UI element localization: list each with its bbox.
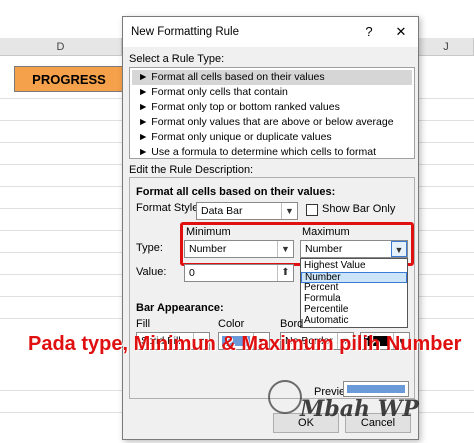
color-label: Color [218,318,245,330]
tutorial-caption: Pada type, Minimun & Maximum pilih Numbe… [28,333,462,355]
watermark-text: Mbah WP [300,396,419,422]
rule-type-list: ► Format all cells based on their values… [129,67,415,159]
minimum-type-value: Number [189,243,227,255]
edit-rule-label: Edit the Rule Description: [129,164,254,176]
dropdown-option[interactable]: Percent [301,282,407,294]
dropdown-option[interactable]: Formula [301,293,407,305]
type-label: Type: [136,242,163,254]
maximum-type-dropdown: Highest Value Number Percent Formula Per… [300,258,408,328]
range-select-icon[interactable]: ⬆ [277,265,293,281]
format-style-select[interactable]: Data Bar ▼ [196,202,298,220]
progress-header-cell[interactable]: PROGRESS [14,66,124,92]
dropdown-option[interactable]: Number [301,272,407,283]
rule-type-item[interactable]: ► Format only values that are above or b… [132,115,412,130]
dropdown-option[interactable]: Highest Value [301,260,407,272]
help-button[interactable]: ? [355,17,383,47]
rule-type-item[interactable]: ► Format all cells based on their values [132,70,412,85]
format-all-label: Format all cells based on their values: [136,186,336,198]
format-style-value: Data Bar [201,205,243,217]
rule-type-item[interactable]: ► Format only cells that contain [132,85,412,100]
new-formatting-rule-dialog: New Formatting Rule ? ✕ Select a Rule Ty… [122,16,419,440]
rule-description-panel: Format all cells based on their values: … [129,177,415,399]
column-header-d[interactable]: D [0,38,122,56]
show-bar-only-label: Show Bar Only [322,203,396,215]
minimum-value: 0 [189,267,195,279]
close-button[interactable]: ✕ [387,17,415,47]
watermark-logo-icon [268,380,302,414]
minimum-type-select[interactable]: Number ▼ [184,240,294,258]
minimum-label: Minimum [186,226,231,238]
select-rule-type-label: Select a Rule Type: [129,53,225,65]
fill-label: Fill [136,318,151,330]
dropdown-option[interactable]: Automatic [301,315,407,327]
rule-type-item[interactable]: ► Format only top or bottom ranked value… [132,100,412,115]
bar-appearance-label: Bar Appearance: [136,302,224,314]
preview-box [343,381,409,397]
maximum-label: Maximum [302,226,350,238]
rule-type-item[interactable]: ► Use a formula to determine which cells… [132,145,412,160]
chevron-down-icon[interactable]: ▼ [281,203,297,219]
chevron-down-icon[interactable]: ▼ [391,241,407,257]
column-header-d-label: D [56,41,65,53]
column-header-j[interactable]: J [419,38,474,56]
border-label: Bord [280,318,304,330]
minimum-value-input[interactable]: 0 ⬆ [184,264,294,282]
maximum-type-value: Number [305,243,343,255]
format-style-label: Format Style: [136,202,202,214]
dropdown-option[interactable]: Percentile [301,304,407,316]
value-label: Value: [136,266,167,278]
chevron-down-icon[interactable]: ▼ [277,241,293,257]
maximum-type-select[interactable]: Number ▼ [300,240,408,258]
rule-type-item[interactable]: ► Format only unique or duplicate values [132,130,412,145]
show-bar-only-checkbox[interactable] [306,204,318,216]
preview-bar [347,385,405,393]
column-header-j-label: J [443,41,449,53]
